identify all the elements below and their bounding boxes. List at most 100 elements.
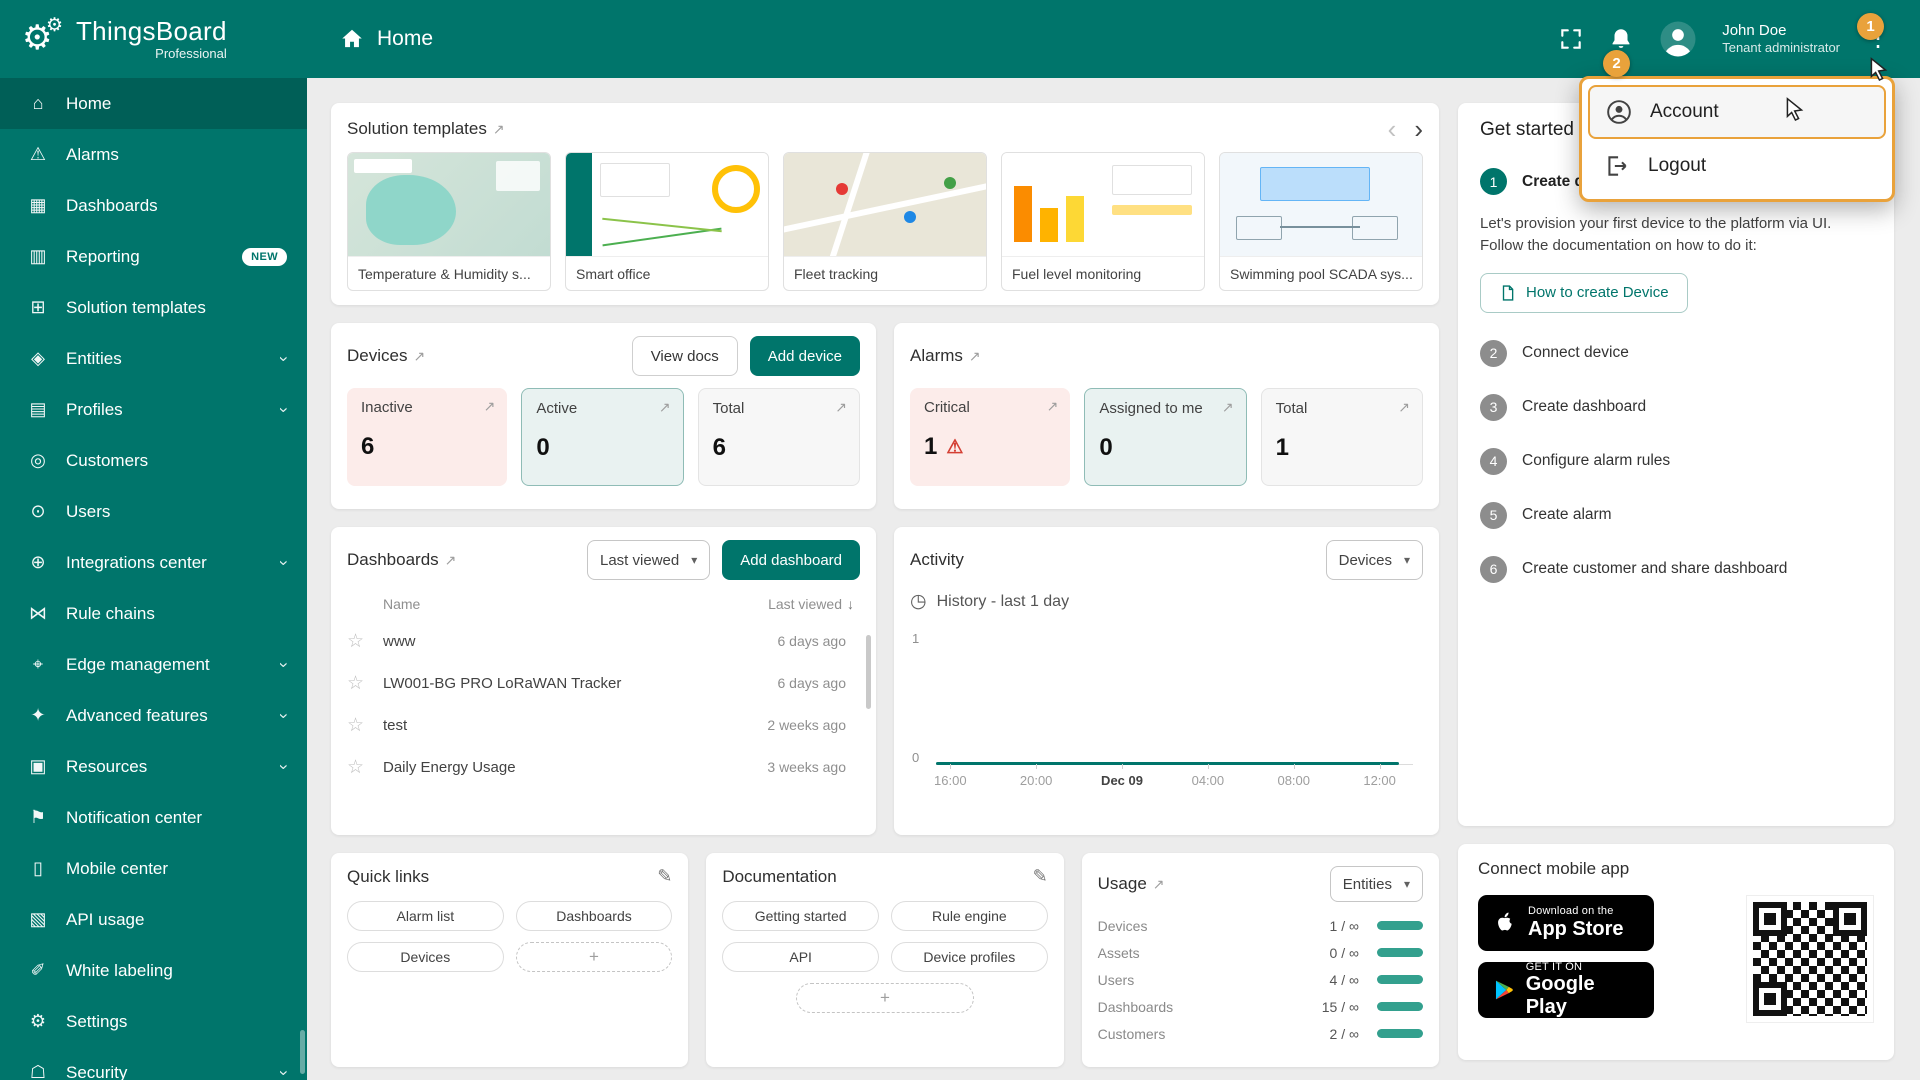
menu-item-logout[interactable]: Logout [1588,139,1886,193]
sidebar-item-advanced-features[interactable]: ✦ Advanced features › [0,690,307,741]
open-in-new-icon[interactable]: ↗ [659,399,671,416]
open-in-new-icon[interactable]: ↗ [969,348,981,365]
settings-icon: ⚙ [26,1011,50,1032]
open-in-new-icon[interactable]: ↗ [484,398,496,415]
alarms-critical-tile[interactable]: Critical ↗ 1 ⚠ [910,388,1070,486]
sidebar-item-white-labeling[interactable]: ✐ White labeling [0,945,307,996]
devices-inactive-tile[interactable]: Inactive ↗ 6 [347,388,507,486]
column-last-viewed[interactable]: Last viewed ↓ [768,596,854,612]
table-row[interactable]: ☆ test 2 weeks ago [347,704,860,746]
alarms-assigned-tile[interactable]: Assigned to me ↗ 0 [1084,388,1246,486]
sidebar-item-mobile-center[interactable]: ▯ Mobile center [0,843,307,894]
open-in-new-icon[interactable]: ↗ [493,121,505,138]
sidebar-item-entities[interactable]: ◈ Entities › [0,333,307,384]
dashboard-last-viewed: 6 days ago [778,675,861,691]
brand-logo[interactable]: ⚙ ⚙ ThingsBoard Professional [0,16,307,62]
doc-link-device-profiles[interactable]: Device profiles [891,942,1048,972]
open-in-new-icon[interactable]: ↗ [445,552,457,569]
sidebar-item-customers[interactable]: ◎ Customers [0,435,307,486]
how-to-create-device-button[interactable]: How to create Device [1480,273,1688,313]
sidebar-item-solution-templates[interactable]: ⊞ Solution templates [0,282,307,333]
get-started-step-5[interactable]: 5 Create alarm [1480,502,1872,529]
add-quick-link-button[interactable]: + [516,942,673,972]
select-value: Last viewed [600,552,679,569]
table-row[interactable]: ☆ LW001-BG PRO LoRaWAN Tracker 6 days ag… [347,662,860,704]
list-scrollbar[interactable] [866,635,871,709]
caret-down-icon: ▾ [1404,553,1410,567]
edit-pencil-icon[interactable]: ✎ [657,866,672,887]
sidebar-item-home[interactable]: ⌂ Home [0,78,307,129]
sidebar-item-notification-center[interactable]: ⚑ Notification center [0,792,307,843]
star-icon[interactable]: ☆ [347,630,383,653]
add-dashboard-button[interactable]: Add dashboard [722,540,860,580]
get-started-step-4[interactable]: 4 Configure alarm rules [1480,448,1872,475]
user-avatar[interactable] [1658,19,1698,59]
quick-link-dashboards[interactable]: Dashboards [516,901,673,931]
doc-link-getting-started[interactable]: Getting started [722,901,879,931]
google-play-badge[interactable]: GET IT ON Google Play [1478,962,1654,1018]
doc-link-rule-engine[interactable]: Rule engine [891,901,1048,931]
template-card-fuel-level[interactable]: Fuel level monitoring [1001,152,1205,291]
open-in-new-icon[interactable]: ↗ [1398,399,1410,416]
template-card-fleet-tracking[interactable]: Fleet tracking [783,152,987,291]
devices-active-tile[interactable]: Active ↗ 0 [521,388,683,486]
sidebar-scrollbar[interactable] [300,1030,305,1074]
usage-progress-bar [1377,1002,1423,1011]
x-tick [1294,764,1295,769]
get-started-step-2[interactable]: 2 Connect device [1480,340,1872,367]
open-in-new-icon[interactable]: ↗ [413,348,425,365]
documentation-card: Documentation ✎ Getting started Rule eng… [706,853,1063,1067]
table-row[interactable]: ☆ www 6 days ago [347,620,860,662]
fullscreen-icon[interactable] [1558,26,1584,52]
edit-pencil-icon[interactable]: ✎ [1033,866,1048,887]
app-store-badge[interactable]: Download on the App Store [1478,895,1654,951]
star-icon[interactable]: ☆ [347,714,383,737]
dashboards-sort-select[interactable]: Last viewed ▾ [587,540,710,580]
sidebar-item-alarms[interactable]: ⚠ Alarms [0,129,307,180]
thumb-decor [712,165,760,213]
table-row[interactable]: ☆ Temperature Monitoring 1 month ago [347,788,860,796]
activity-entity-select[interactable]: Devices ▾ [1326,540,1423,580]
add-device-button[interactable]: Add device [750,336,860,376]
sidebar-item-resources[interactable]: ▣ Resources › [0,741,307,792]
x-tick-label: Dec 09 [1101,773,1143,788]
carousel-prev-button[interactable]: ‹ [1388,116,1397,142]
sidebar-item-api-usage[interactable]: ▧ API usage [0,894,307,945]
sidebar-item-users[interactable]: ⊙ Users [0,486,307,537]
star-icon[interactable]: ☆ [347,672,383,695]
add-doc-link-button[interactable]: + [796,983,975,1013]
table-row[interactable]: ☆ Daily Energy Usage 3 weeks ago [347,746,860,788]
column-name[interactable]: Name [383,596,768,612]
brand-name: ThingsBoard [76,17,227,46]
sidebar-item-settings[interactable]: ⚙ Settings [0,996,307,1047]
open-in-new-icon[interactable]: ↗ [1153,876,1165,893]
open-in-new-icon[interactable]: ↗ [1222,399,1234,416]
sidebar-item-dashboards[interactable]: ▦ Dashboards [0,180,307,231]
carousel-next-button[interactable]: › [1414,116,1423,142]
template-card-temperature-humidity[interactable]: Temperature & Humidity s... [347,152,551,291]
doc-link-api[interactable]: API [722,942,879,972]
star-icon[interactable]: ☆ [347,756,383,779]
open-in-new-icon[interactable]: ↗ [1047,398,1059,415]
open-in-new-icon[interactable]: ↗ [835,399,847,416]
notifications-bell-icon[interactable] [1608,26,1634,52]
step-number: 5 [1480,502,1507,529]
template-card-smart-office[interactable]: Smart office [565,152,769,291]
usage-entity-select[interactable]: Entities ▾ [1330,866,1423,902]
view-docs-button[interactable]: View docs [632,336,738,376]
quick-link-alarm-list[interactable]: Alarm list [347,901,504,931]
devices-total-tile[interactable]: Total ↗ 6 [698,388,860,486]
sidebar-item-profiles[interactable]: ▤ Profiles › [0,384,307,435]
alarms-total-tile[interactable]: Total ↗ 1 [1261,388,1423,486]
get-started-step-6[interactable]: 6 Create customer and share dashboard [1480,556,1872,583]
menu-item-account[interactable]: Account [1588,85,1886,139]
template-thumbnail [1220,153,1422,257]
quick-link-devices[interactable]: Devices [347,942,504,972]
sidebar-item-integrations-center[interactable]: ⊕ Integrations center › [0,537,307,588]
template-card-swimming-pool-scada[interactable]: Swimming pool SCADA sys... [1219,152,1423,291]
sidebar-item-security[interactable]: ☖ Security › [0,1047,307,1080]
sidebar-item-reporting[interactable]: ▥ Reporting NEW [0,231,307,282]
sidebar-item-edge-management[interactable]: ⌖ Edge management › [0,639,307,690]
get-started-step-3[interactable]: 3 Create dashboard [1480,394,1872,421]
sidebar-item-rule-chains[interactable]: ⋈ Rule chains [0,588,307,639]
